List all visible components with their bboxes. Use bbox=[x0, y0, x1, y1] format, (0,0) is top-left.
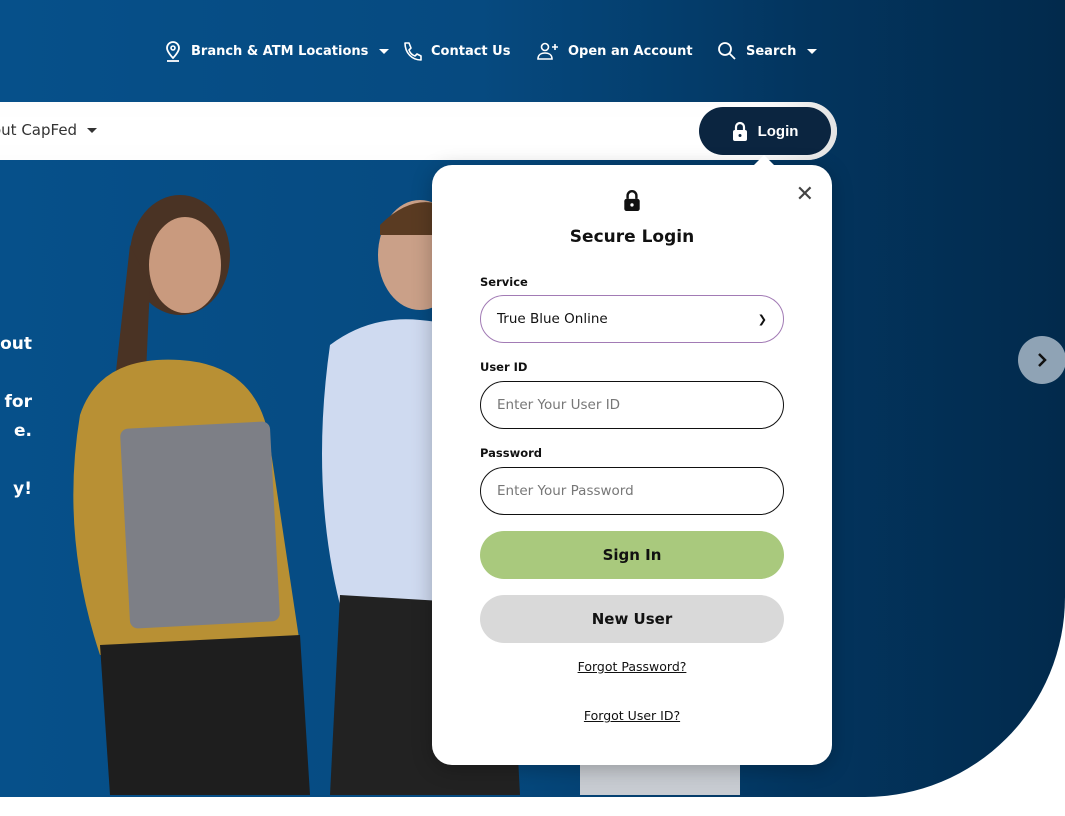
nav-about-capfed[interactable]: out CapFed bbox=[0, 121, 98, 139]
password-input[interactable]: Enter Your Password bbox=[480, 467, 784, 515]
hero-line: l for bbox=[0, 392, 32, 412]
nav-branch-atm-locations[interactable]: Branch & ATM Locations bbox=[164, 38, 390, 64]
login-button[interactable]: Login bbox=[699, 107, 831, 155]
chevron-down-icon bbox=[87, 127, 98, 133]
close-icon[interactable]: ✕ bbox=[796, 181, 814, 207]
nav-open-account[interactable]: Open an Account bbox=[537, 38, 693, 64]
forgot-password-link[interactable]: Forgot Password? bbox=[432, 659, 832, 674]
nav-label: Open an Account bbox=[568, 43, 693, 59]
nav-label: Contact Us bbox=[431, 43, 511, 59]
service-value: True Blue Online bbox=[497, 311, 608, 327]
forgot-userid-link[interactable]: Forgot User ID? bbox=[432, 708, 832, 723]
userid-placeholder: Enter Your User ID bbox=[497, 397, 621, 413]
service-select[interactable]: True Blue Online ❯ bbox=[480, 295, 784, 343]
hero-line: e. bbox=[14, 421, 32, 441]
popup-title: Secure Login bbox=[569, 227, 695, 247]
phone-icon bbox=[404, 42, 422, 61]
new-user-button[interactable]: New User bbox=[480, 595, 784, 643]
sign-in-button[interactable]: Sign In bbox=[480, 531, 784, 579]
hero-line: out bbox=[0, 334, 32, 354]
top-navigation: Branch & ATM Locations Contact Us Open a… bbox=[0, 38, 1065, 64]
nav-label: Branch & ATM Locations bbox=[191, 43, 369, 59]
carousel-next-button[interactable] bbox=[1018, 336, 1065, 384]
hero-line: y! bbox=[13, 479, 32, 499]
map-pin-icon bbox=[166, 41, 180, 62]
user-plus-icon bbox=[537, 42, 558, 60]
service-label: Service bbox=[480, 275, 528, 289]
hero-text: out l for e. y! bbox=[0, 330, 32, 504]
chevron-down-icon bbox=[807, 48, 818, 54]
chevron-down-icon: ❯ bbox=[757, 312, 767, 326]
chevron-right-icon bbox=[1038, 353, 1047, 367]
nav-label: out CapFed bbox=[0, 121, 78, 139]
login-label: Login bbox=[757, 122, 799, 140]
chevron-down-icon bbox=[379, 48, 390, 54]
userid-input[interactable]: Enter Your User ID bbox=[480, 381, 784, 429]
password-placeholder: Enter Your Password bbox=[497, 483, 634, 499]
secure-login-popup: ✕ Secure Login Service True Blue Online ❯… bbox=[432, 155, 832, 765]
lock-icon bbox=[732, 121, 747, 141]
nav-search[interactable]: Search bbox=[717, 38, 818, 64]
nav-contact-us[interactable]: Contact Us bbox=[402, 38, 510, 64]
password-label: Password bbox=[480, 446, 542, 460]
search-icon bbox=[718, 42, 736, 60]
userid-label: User ID bbox=[480, 360, 528, 374]
nav-label: Search bbox=[746, 43, 797, 59]
lock-icon bbox=[624, 190, 640, 211]
